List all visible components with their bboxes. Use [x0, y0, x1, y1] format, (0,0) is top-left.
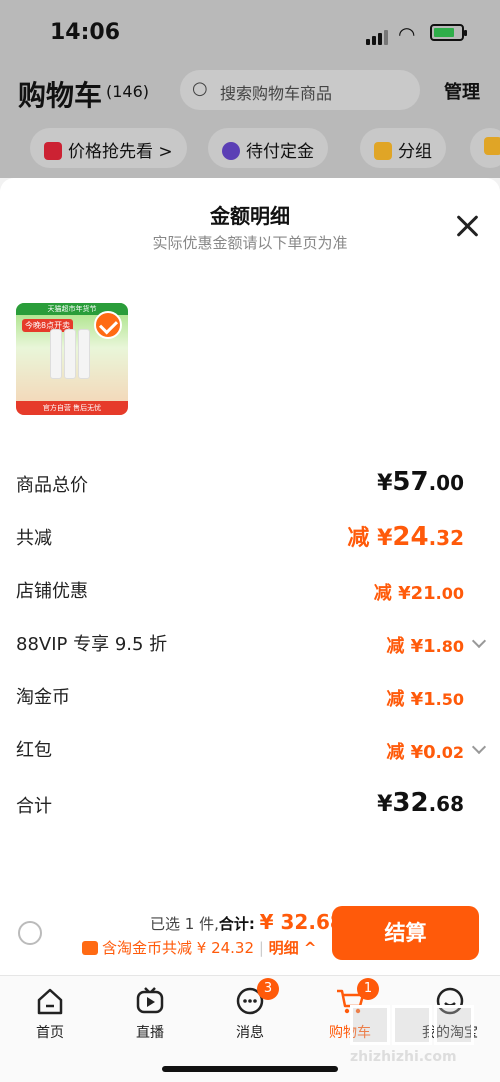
- tab-messages[interactable]: 3 消息: [210, 978, 290, 1042]
- battery-icon: [430, 24, 467, 41]
- status-time: 14:06: [50, 20, 121, 45]
- amount-row: 店铺优惠 减 ¥21.00: [16, 571, 484, 611]
- search-icon: ○: [192, 78, 208, 99]
- amount-row-label: 店铺优惠: [16, 581, 88, 602]
- tab-label: 直播: [136, 1025, 164, 1041]
- chip-more[interactable]: [470, 128, 500, 168]
- home-icon: [37, 988, 63, 1015]
- amount-row[interactable]: 红包 减 ¥0.02: [16, 730, 487, 770]
- home-indicator: [162, 1066, 338, 1072]
- amount-row-label: 88VIP 专享 9.5 折: [16, 634, 168, 655]
- amount-row-label: 红包: [16, 740, 52, 761]
- amount-row[interactable]: 88VIP 专享 9.5 折 减 ¥1.80: [16, 624, 487, 664]
- amount-row: 商品总价 ¥57.00: [16, 465, 484, 505]
- amount-row-label: 淘金币: [16, 687, 70, 708]
- coin-icon: [82, 941, 98, 955]
- amount-row-value: ¥32.68: [377, 788, 464, 818]
- chip-icon: [484, 137, 500, 155]
- checkout-button[interactable]: 结算: [332, 906, 479, 960]
- chip-price-preview[interactable]: 价格抢先看 >: [30, 128, 187, 168]
- coin-text: 含淘金币共减 ¥ 24.32: [102, 939, 255, 957]
- selected-check-icon: [94, 311, 122, 339]
- product-image: [50, 329, 96, 379]
- close-icon[interactable]: [454, 212, 482, 240]
- cart-count: (146): [106, 82, 150, 101]
- price-tag-icon: [44, 142, 62, 160]
- watermark-text: zhizhizhi.com: [350, 1049, 457, 1065]
- amount-row: 共减 减 ¥24.32: [16, 518, 484, 558]
- tab-home[interactable]: 首页: [10, 986, 90, 1042]
- total-label: 合计:: [218, 915, 255, 933]
- watermark: zhizhizhi.com: [350, 1005, 490, 1065]
- search-input[interactable]: ○ 搜索购物车商品: [180, 70, 420, 110]
- amount-detail-sheet: 金额明细 实际优惠金额请以下单页为准 天猫超市年货节 今晚8点开卖 官方自营 售…: [0, 178, 500, 978]
- amount-row-label: 商品总价: [16, 475, 88, 496]
- chevron-down-icon[interactable]: [471, 633, 487, 649]
- message-badge: 3: [257, 978, 279, 1000]
- cart-badge: 1: [357, 978, 379, 1000]
- chip-group[interactable]: 分组: [360, 128, 446, 168]
- product-thumbnail[interactable]: 天猫超市年货节 今晚8点开卖 官方自营 售后无忧: [16, 303, 128, 415]
- chip-pending-deposit[interactable]: 待付定金: [208, 128, 328, 168]
- selected-count: 已选 1 件,: [150, 915, 219, 933]
- signal-icon: [366, 26, 390, 45]
- status-bar: 14:06 ◠: [0, 0, 500, 64]
- amount-row: 合计 ¥32.68: [16, 786, 484, 826]
- folder-icon: [374, 142, 392, 160]
- amount-row-value: 减 ¥21.00: [373, 583, 464, 604]
- tab-live[interactable]: 直播: [110, 986, 190, 1042]
- coin-discount: 含淘金币共减 ¥ 24.32 | 明细 ^: [82, 937, 316, 958]
- sheet-subtitle: 实际优惠金额请以下单页为准: [152, 234, 348, 252]
- amount-row-value: 减 ¥1.80: [386, 636, 464, 657]
- chevron-down-icon[interactable]: [471, 739, 487, 755]
- filter-chips: 价格抢先看 > 待付定金 分组: [0, 128, 500, 172]
- sheet-title: 金额明细: [210, 204, 290, 228]
- amount-row-value: ¥57.00: [377, 467, 464, 497]
- clock-icon: [222, 142, 240, 160]
- tab-label: 消息: [236, 1025, 264, 1041]
- amount-row-label: 合计: [16, 796, 52, 817]
- amount-row-value: 减 ¥0.02: [386, 742, 464, 763]
- cart-header: 购物车 (146) ○ 搜索购物车商品 管理 价格抢先看 > 待付定金 分组: [0, 64, 500, 178]
- search-placeholder: 搜索购物车商品: [220, 84, 333, 103]
- amount-row: 淘金币 减 ¥1.50: [16, 677, 484, 717]
- manage-button[interactable]: 管理: [444, 78, 480, 104]
- amount-row-value: 减 ¥24.32: [347, 522, 464, 552]
- product-bottom-banner: 官方自营 售后无忧: [16, 401, 128, 415]
- selected-summary: 已选 1 件,合计: ¥ 32.68: [150, 910, 344, 934]
- amount-row-label: 共减: [16, 528, 52, 549]
- tab-label: 首页: [36, 1025, 64, 1041]
- wifi-icon: ◠: [398, 22, 416, 46]
- select-all-radio[interactable]: [18, 921, 42, 945]
- detail-toggle[interactable]: 明细 ^: [269, 939, 317, 957]
- amount-row-value: 减 ¥1.50: [386, 689, 464, 710]
- live-icon: [136, 987, 164, 1014]
- page-title: 购物车: [18, 79, 103, 112]
